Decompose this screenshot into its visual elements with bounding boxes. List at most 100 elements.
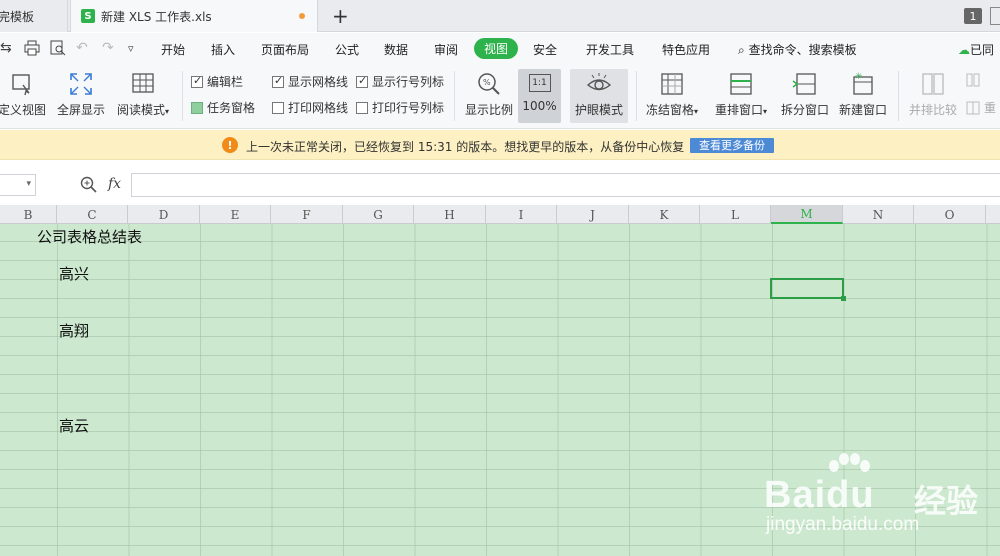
svg-text:✳: ✳: [855, 72, 863, 82]
cell-name-1[interactable]: 高兴: [59, 263, 89, 284]
checkbox-indeterminate-icon: [191, 101, 203, 114]
column-header-d[interactable]: D: [128, 205, 200, 224]
arrange-windows-button[interactable]: 重排窗口▾: [709, 69, 773, 125]
name-box[interactable]: ▾: [0, 174, 36, 196]
column-header-l[interactable]: L: [700, 205, 771, 224]
view-more-backups-button[interactable]: 查看更多备份: [690, 138, 774, 153]
menu-insert[interactable]: 插入: [211, 41, 235, 58]
formula-zoom-icon[interactable]: [80, 176, 97, 197]
customize-dropdown-icon[interactable]: ▿: [128, 42, 134, 55]
reading-mode-label: 阅读模式▾: [117, 101, 169, 118]
column-header-m[interactable]: M: [771, 205, 843, 224]
baidu-watermark: Baidu 经验 jingyan.baidu.com: [764, 452, 994, 542]
zoom-icon: %: [478, 73, 500, 95]
split-window-label: 拆分窗口: [780, 103, 829, 117]
reset-position-label: 重: [984, 101, 997, 115]
column-header-c[interactable]: C: [57, 205, 128, 224]
cell-name-2[interactable]: 高翔: [59, 320, 89, 341]
chevron-down-icon: ▾: [165, 107, 170, 116]
formula-input[interactable]: [131, 173, 1000, 197]
column-header-o[interactable]: O: [914, 205, 986, 224]
freeze-panes-button[interactable]: 冻结窗格▾: [641, 69, 703, 125]
column-header-j[interactable]: J: [557, 205, 629, 224]
print-preview-icon[interactable]: [50, 40, 66, 60]
edit-bar-checkbox[interactable]: 编辑栏: [191, 73, 243, 90]
reading-mode-button[interactable]: 阅读模式▾: [112, 69, 174, 125]
tab-bar: 完模板 S 新建 XLS 工作表.xls + 1: [0, 0, 1000, 32]
task-pane-checkbox[interactable]: 任务窗格: [191, 99, 255, 116]
edit-bar-label: 编辑栏: [207, 75, 244, 89]
undo-icon[interactable]: ↶: [76, 40, 88, 56]
arrange-windows-text: 重排窗口: [714, 103, 763, 117]
reading-mode-text: 阅读模式: [116, 103, 165, 117]
redo-icon[interactable]: ↷: [102, 40, 114, 56]
custom-view-button[interactable]: 定义视图: [0, 69, 50, 125]
cell-name-3[interactable]: 高云: [59, 415, 89, 436]
insert-function-icon[interactable]: fx: [108, 176, 121, 192]
column-header-n[interactable]: N: [843, 205, 914, 224]
watermark-url: jingyan.baidu.com: [766, 514, 920, 535]
new-window-button[interactable]: ✳ 新建窗口: [836, 69, 890, 125]
split-window-icon: [792, 73, 816, 95]
menu-security[interactable]: 安全: [533, 41, 557, 58]
window-edge-icon: [990, 7, 1000, 25]
column-header: B C D E F G H I J K L M N O: [0, 205, 1000, 224]
column-header-h[interactable]: H: [414, 205, 486, 224]
column-header-i[interactable]: I: [486, 205, 557, 224]
fullscreen-button[interactable]: 全屏显示: [54, 69, 108, 125]
zoom-button[interactable]: % 显示比例: [462, 69, 516, 125]
zoom-100-button[interactable]: 1:1 100%: [518, 69, 561, 123]
print-gridlines-checkbox[interactable]: 打印网格线: [272, 99, 348, 116]
add-tab-button[interactable]: +: [332, 4, 349, 28]
column-header-e[interactable]: E: [200, 205, 271, 224]
show-gridlines-label: 显示网格线: [288, 75, 349, 89]
tab-active-workbook[interactable]: S 新建 XLS 工作表.xls: [70, 0, 318, 32]
split-window-button[interactable]: 拆分窗口: [778, 69, 832, 125]
actual-size-icon: 1:1: [528, 74, 551, 92]
side-by-side-button[interactable]: 并排比较: [906, 69, 960, 125]
menu-formulas[interactable]: 公式: [335, 41, 359, 58]
show-headings-checkbox[interactable]: 显示行号列标: [356, 73, 444, 90]
new-window-label: 新建窗口: [838, 103, 887, 117]
sync-status[interactable]: ☁已同: [958, 41, 994, 58]
show-gridlines-checkbox[interactable]: 显示网格线: [272, 73, 348, 90]
column-header-f[interactable]: F: [271, 205, 343, 224]
command-search[interactable]: ⌕ 查找命令、搜索模板: [738, 41, 857, 58]
eye-protection-button[interactable]: 护眼模式: [570, 69, 628, 125]
arrange-windows-label: 重排窗口▾: [715, 101, 767, 118]
window-count-badge[interactable]: 1: [964, 8, 982, 24]
zoom-label: 显示比例: [464, 103, 513, 117]
print-icon[interactable]: [24, 40, 40, 60]
column-header-k[interactable]: K: [629, 205, 700, 224]
cloud-check-icon: ☁: [958, 43, 970, 57]
tab-previous[interactable]: 完模板: [0, 0, 68, 32]
share-icon[interactable]: ⇆: [0, 40, 12, 56]
chevron-down-icon: ▾: [694, 107, 699, 116]
eye-protection-label: 护眼模式: [574, 103, 623, 117]
column-header-b[interactable]: B: [0, 205, 57, 224]
reset-position-option[interactable]: 重: [966, 99, 996, 116]
column-header-g[interactable]: G: [343, 205, 414, 224]
menu-data[interactable]: 数据: [384, 41, 408, 58]
recovery-notification: ! 上一次未正常关闭，已经恢复到 15:31 的版本。想找更早的版本，从备份中心…: [0, 130, 1000, 160]
unsaved-dot-icon: [299, 13, 305, 19]
fullscreen-label: 全屏显示: [56, 103, 105, 117]
menu-features[interactable]: 特色应用: [662, 41, 710, 58]
print-headings-checkbox[interactable]: 打印行号列标: [356, 99, 444, 116]
chevron-down-icon: ▾: [26, 179, 31, 189]
ribbon-view: 定义视图 全屏显示 阅读模式▾ 编辑栏 任务窗格 显示网格线 打印网格线 显示行…: [0, 65, 1000, 129]
menu-home[interactable]: 开始: [161, 41, 185, 58]
menu-review[interactable]: 审阅: [434, 41, 458, 58]
sync-scroll-option[interactable]: [966, 73, 980, 87]
freeze-panes-text: 冻结窗格: [645, 103, 694, 117]
menu-page-layout[interactable]: 页面布局: [261, 41, 309, 58]
cell-title[interactable]: 公司表格总结表: [37, 226, 142, 247]
checkbox-checked-icon: [272, 74, 284, 88]
menu-bar: ⇆ ↶ ↷ ▿ 开始 插入 页面布局 公式 数据 审阅 视图 安全 开发工具 特…: [0, 33, 1000, 65]
checkbox-checked-icon: [191, 74, 203, 88]
menu-view[interactable]: 视图: [474, 38, 518, 59]
menu-developer[interactable]: 开发工具: [586, 41, 634, 58]
sync-scroll-icon: [966, 73, 980, 87]
selected-cell[interactable]: [770, 278, 846, 301]
svg-text:%: %: [483, 78, 491, 87]
